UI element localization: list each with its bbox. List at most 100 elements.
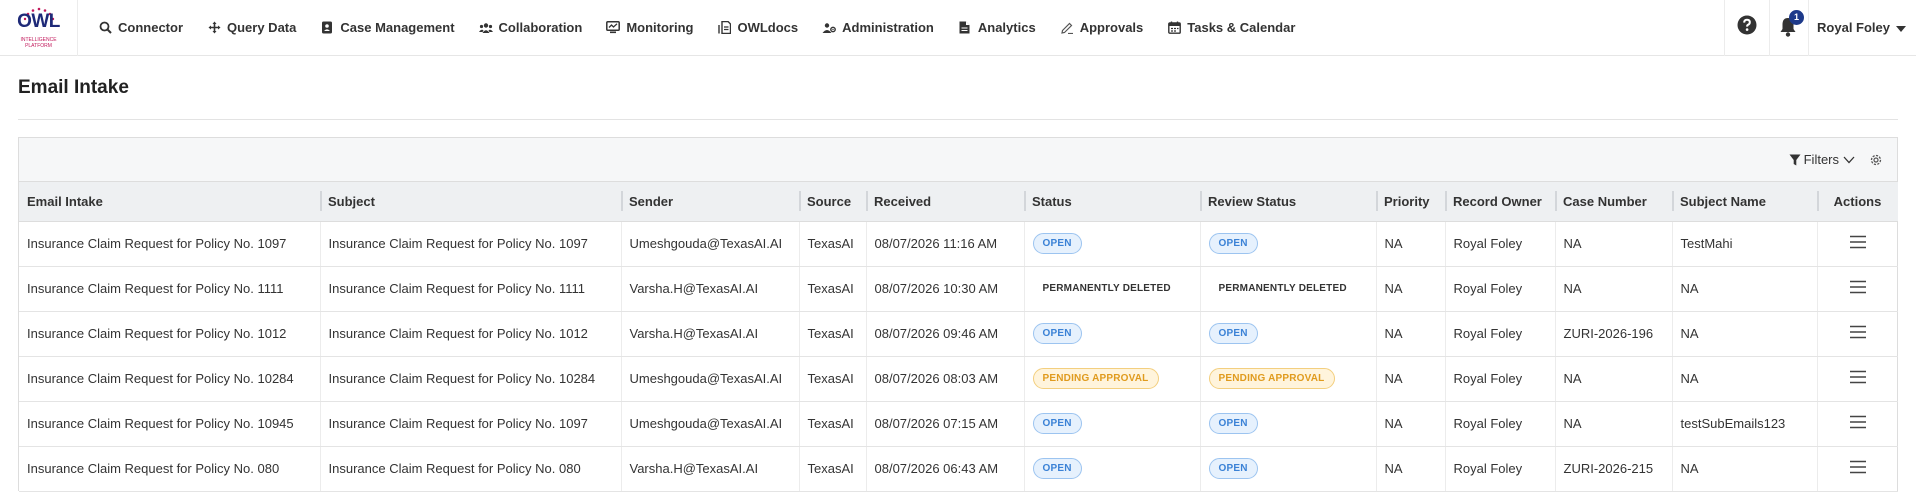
status-badge: PENDING APPROVAL [1032,368,1159,389]
column-header[interactable]: Email Intake [19,182,320,222]
column-header[interactable]: Priority [1376,182,1445,222]
subject-cell: Insurance Claim Request for Policy No. 1… [320,311,622,357]
file-icon [958,21,972,35]
gear-icon[interactable] [1869,153,1883,167]
status-cell: OPEN [1024,446,1201,492]
nav-right-area: 1 Royal Foley [1724,0,1916,56]
email-intake-cell[interactable]: Insurance Claim Request for Policy No. 1… [19,401,321,447]
actions-cell [1817,446,1898,492]
table-row[interactable]: Insurance Claim Request for Policy No. 0… [19,446,1898,492]
column-header[interactable]: Received [866,182,1024,222]
row-actions-menu-icon[interactable] [1849,235,1867,249]
review-status-cell: PENDING APPROVAL [1200,356,1377,402]
review-status-cell: OPEN [1200,401,1377,447]
filters-label: Filters [1803,152,1839,167]
column-header[interactable]: Sender [621,182,799,222]
row-actions-menu-icon[interactable] [1849,280,1867,294]
priority-cell: NA [1376,266,1446,312]
funnel-icon [1789,154,1801,166]
review-status-badge: OPEN [1208,458,1258,479]
brand-logo[interactable]: OWL INTELLIGENCE PLATFORM [0,0,78,56]
nav-label: Collaboration [498,20,583,35]
table-row[interactable]: Insurance Claim Request for Policy No. 1… [19,266,1898,312]
column-header[interactable]: Record Owner [1445,182,1555,222]
column-header[interactable]: Subject [320,182,621,222]
source-cell: TexasAI [799,221,867,267]
email-intake-cell[interactable]: Insurance Claim Request for Policy No. 1… [19,356,321,402]
users-cog-icon [822,21,837,35]
sender-cell: Varsha.H@TexasAI.AI [621,311,800,357]
column-header[interactable]: Review Status [1200,182,1376,222]
nav-tasks-calendar[interactable]: Tasks & Calendar [1157,0,1309,56]
arrows-icon [207,21,221,35]
priority-cell: NA [1376,446,1446,492]
record-owner-cell: Royal Foley [1445,446,1556,492]
row-actions-menu-icon[interactable] [1849,460,1867,474]
nav-label: Query Data [227,20,297,35]
notifications-button[interactable]: 1 [1769,0,1808,56]
table-row[interactable]: Insurance Claim Request for Policy No. 1… [19,356,1898,402]
table-row[interactable]: Insurance Claim Request for Policy No. 1… [19,401,1898,447]
table-row[interactable]: Insurance Claim Request for Policy No. 1… [19,221,1898,267]
nav-case-management[interactable]: Case Management [310,0,468,56]
status-cell: PENDING APPROVAL [1024,356,1201,402]
case-number-cell: NA [1555,356,1673,402]
top-navbar: OWL INTELLIGENCE PLATFORM Connector Quer… [0,0,1916,56]
nav-label: Administration [842,20,934,35]
case-number-cell: NA [1555,266,1673,312]
search-icon [98,21,112,35]
filters-button[interactable]: Filters [1789,152,1855,167]
column-header[interactable]: Subject Name [1672,182,1817,222]
email-intake-cell[interactable]: Insurance Claim Request for Policy No. 0… [19,446,321,492]
subject-name-cell: NA [1672,311,1818,357]
received-cell: 08/07/2026 08:03 AM [866,356,1025,402]
record-owner-cell: Royal Foley [1445,266,1556,312]
status-badge: OPEN [1032,233,1082,254]
received-cell: 08/07/2026 09:46 AM [866,311,1025,357]
sender-cell: Umeshgouda@TexasAI.AI [621,401,800,447]
column-header[interactable]: Case Number [1555,182,1672,222]
review-status-badge: PERMANENTLY DELETED [1218,283,1347,294]
nav-collaboration[interactable]: Collaboration [469,0,597,56]
email-intake-cell[interactable]: Insurance Claim Request for Policy No. 1… [19,266,321,312]
subject-name-cell: TestMahi [1672,221,1818,267]
row-actions-menu-icon[interactable] [1849,415,1867,429]
sender-cell: Varsha.H@TexasAI.AI [621,266,800,312]
nav-query-data[interactable]: Query Data [197,0,310,56]
docs-icon [717,21,731,35]
email-intake-cell[interactable]: Insurance Claim Request for Policy No. 1… [19,221,321,267]
nav-administration[interactable]: Administration [812,0,948,56]
status-badge: OPEN [1032,458,1082,479]
subject-cell: Insurance Claim Request for Policy No. 1… [320,221,622,267]
priority-cell: NA [1376,401,1446,447]
nav-label: Tasks & Calendar [1187,20,1296,35]
status-cell: OPEN [1024,311,1201,357]
status-badge: OPEN [1032,413,1082,434]
source-cell: TexasAI [799,311,867,357]
nav-owldocs[interactable]: OWLdocs [707,0,812,56]
column-header[interactable]: Status [1024,182,1200,222]
help-button[interactable] [1724,0,1769,56]
user-menu[interactable]: Royal Foley [1808,0,1916,56]
email-intake-cell[interactable]: Insurance Claim Request for Policy No. 1… [19,311,321,357]
review-status-badge: PENDING APPROVAL [1208,368,1335,389]
case-number-cell: NA [1555,221,1673,267]
nav-analytics[interactable]: Analytics [948,0,1050,56]
status-cell: OPEN [1024,221,1201,267]
status-badge: OPEN [1032,323,1082,344]
nav-monitoring[interactable]: Monitoring [596,0,707,56]
subject-cell: Insurance Claim Request for Policy No. 0… [320,446,622,492]
case-number-cell: ZURI-2026-215 [1555,446,1673,492]
table-row[interactable]: Insurance Claim Request for Policy No. 1… [19,311,1898,357]
subject-cell: Insurance Claim Request for Policy No. 1… [320,356,622,402]
row-actions-menu-icon[interactable] [1849,325,1867,339]
status-badge: PERMANENTLY DELETED [1042,283,1171,294]
nav-approvals[interactable]: Approvals [1050,0,1158,56]
received-cell: 08/07/2026 11:16 AM [866,221,1025,267]
row-actions-menu-icon[interactable] [1849,370,1867,384]
nav-connector[interactable]: Connector [88,0,197,56]
logo-text: OWL [17,10,60,32]
help-icon [1737,15,1757,40]
actions-cell [1817,401,1898,447]
column-header[interactable]: Source [799,182,866,222]
